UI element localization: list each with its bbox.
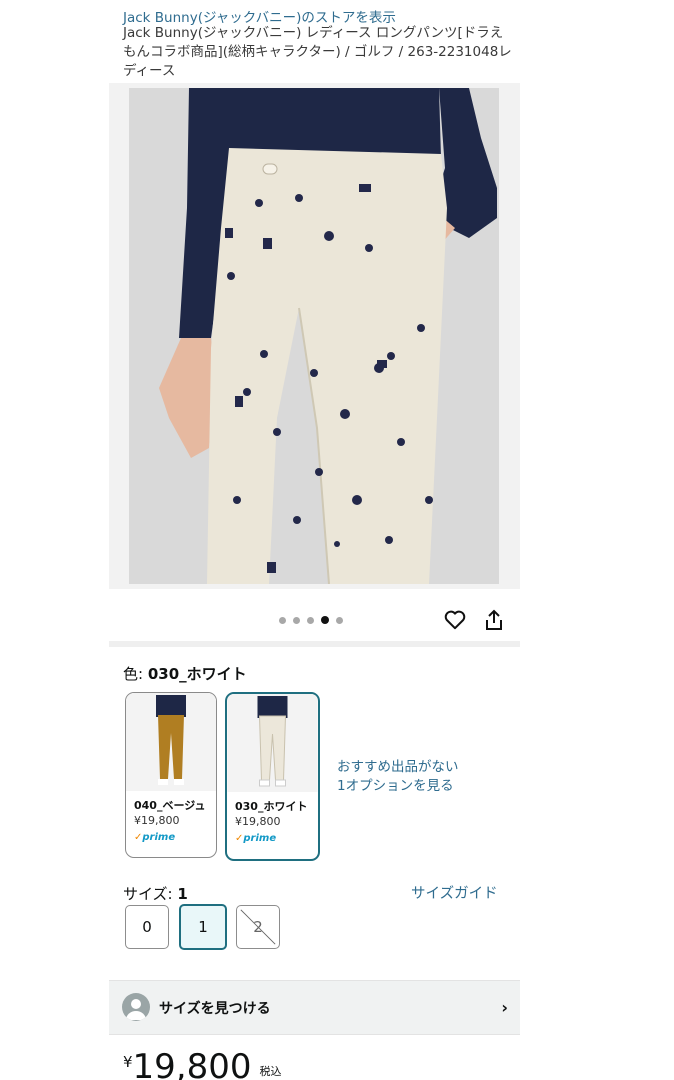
color-swatch-beige[interactable]: 040_ベージュ ¥19,800 ✓prime bbox=[125, 692, 217, 858]
size-label-row: サイズ: 1 bbox=[123, 883, 188, 904]
swatch-price: ¥19,800 bbox=[235, 815, 281, 828]
tax-included-label: 税込 bbox=[259, 1065, 282, 1078]
heart-icon bbox=[444, 610, 466, 630]
size-label: サイズ: bbox=[123, 885, 178, 903]
swatch-name: 040_ベージュ bbox=[134, 799, 206, 812]
carousel-dot[interactable] bbox=[279, 616, 286, 624]
swatch-name: 030_ホワイト bbox=[235, 800, 308, 813]
prime-badge: ✓prime bbox=[134, 832, 176, 843]
avatar-icon bbox=[122, 993, 150, 1021]
share-button[interactable] bbox=[481, 607, 507, 633]
prime-badge: ✓prime bbox=[235, 833, 277, 844]
share-icon bbox=[486, 609, 502, 630]
swatch-image bbox=[227, 694, 318, 792]
size-option-0[interactable]: 0 bbox=[125, 905, 169, 949]
divider bbox=[109, 641, 520, 647]
size-option-1[interactable]: 1 bbox=[179, 904, 227, 950]
product-title: Jack Bunny(ジャックバニー) レディース ロングパンツ[ドラえもんコラ… bbox=[123, 25, 512, 79]
find-size-label: サイズを見つける bbox=[159, 1001, 271, 1017]
swatch-image bbox=[126, 693, 216, 791]
carousel-dot-active[interactable] bbox=[321, 616, 329, 624]
size-option-2[interactable]: 2 bbox=[236, 905, 280, 949]
color-label: 色: bbox=[123, 665, 148, 683]
store-link[interactable]: Jack Bunny(ジャックバニー)のストアを表示 bbox=[123, 6, 396, 26]
swatch-price: ¥19,800 bbox=[134, 814, 180, 827]
product-image[interactable] bbox=[129, 88, 499, 584]
size-guide-link[interactable]: サイズガイド bbox=[411, 882, 498, 903]
price-amount: 19,800 bbox=[132, 1047, 252, 1080]
unavailable-slash-icon bbox=[240, 909, 276, 945]
favorite-button[interactable] bbox=[442, 607, 468, 633]
carousel-dot[interactable] bbox=[293, 616, 300, 624]
selected-size: 1 bbox=[177, 885, 188, 903]
product-column: Jack Bunny(ジャックバニー)のストアを表示 Jack Bunny(ジャ… bbox=[109, 0, 520, 1080]
find-size-button[interactable]: サイズを見つける › bbox=[109, 980, 520, 1035]
carousel-dot[interactable] bbox=[307, 616, 314, 624]
color-swatch-white[interactable]: 030_ホワイト ¥19,800 ✓prime bbox=[225, 692, 320, 861]
no-offer-link[interactable]: おすすめ出品がない 1オプションを見る bbox=[337, 758, 459, 796]
color-label-row: 色: 030_ホワイト bbox=[123, 663, 247, 684]
selected-color: 030_ホワイト bbox=[147, 665, 247, 683]
price: ¥19,800 税込 bbox=[123, 1045, 282, 1080]
currency-symbol: ¥ bbox=[123, 1053, 133, 1071]
carousel-dot[interactable] bbox=[336, 616, 343, 624]
chevron-right-icon: › bbox=[501, 998, 508, 1017]
carousel-dots[interactable] bbox=[279, 615, 343, 625]
